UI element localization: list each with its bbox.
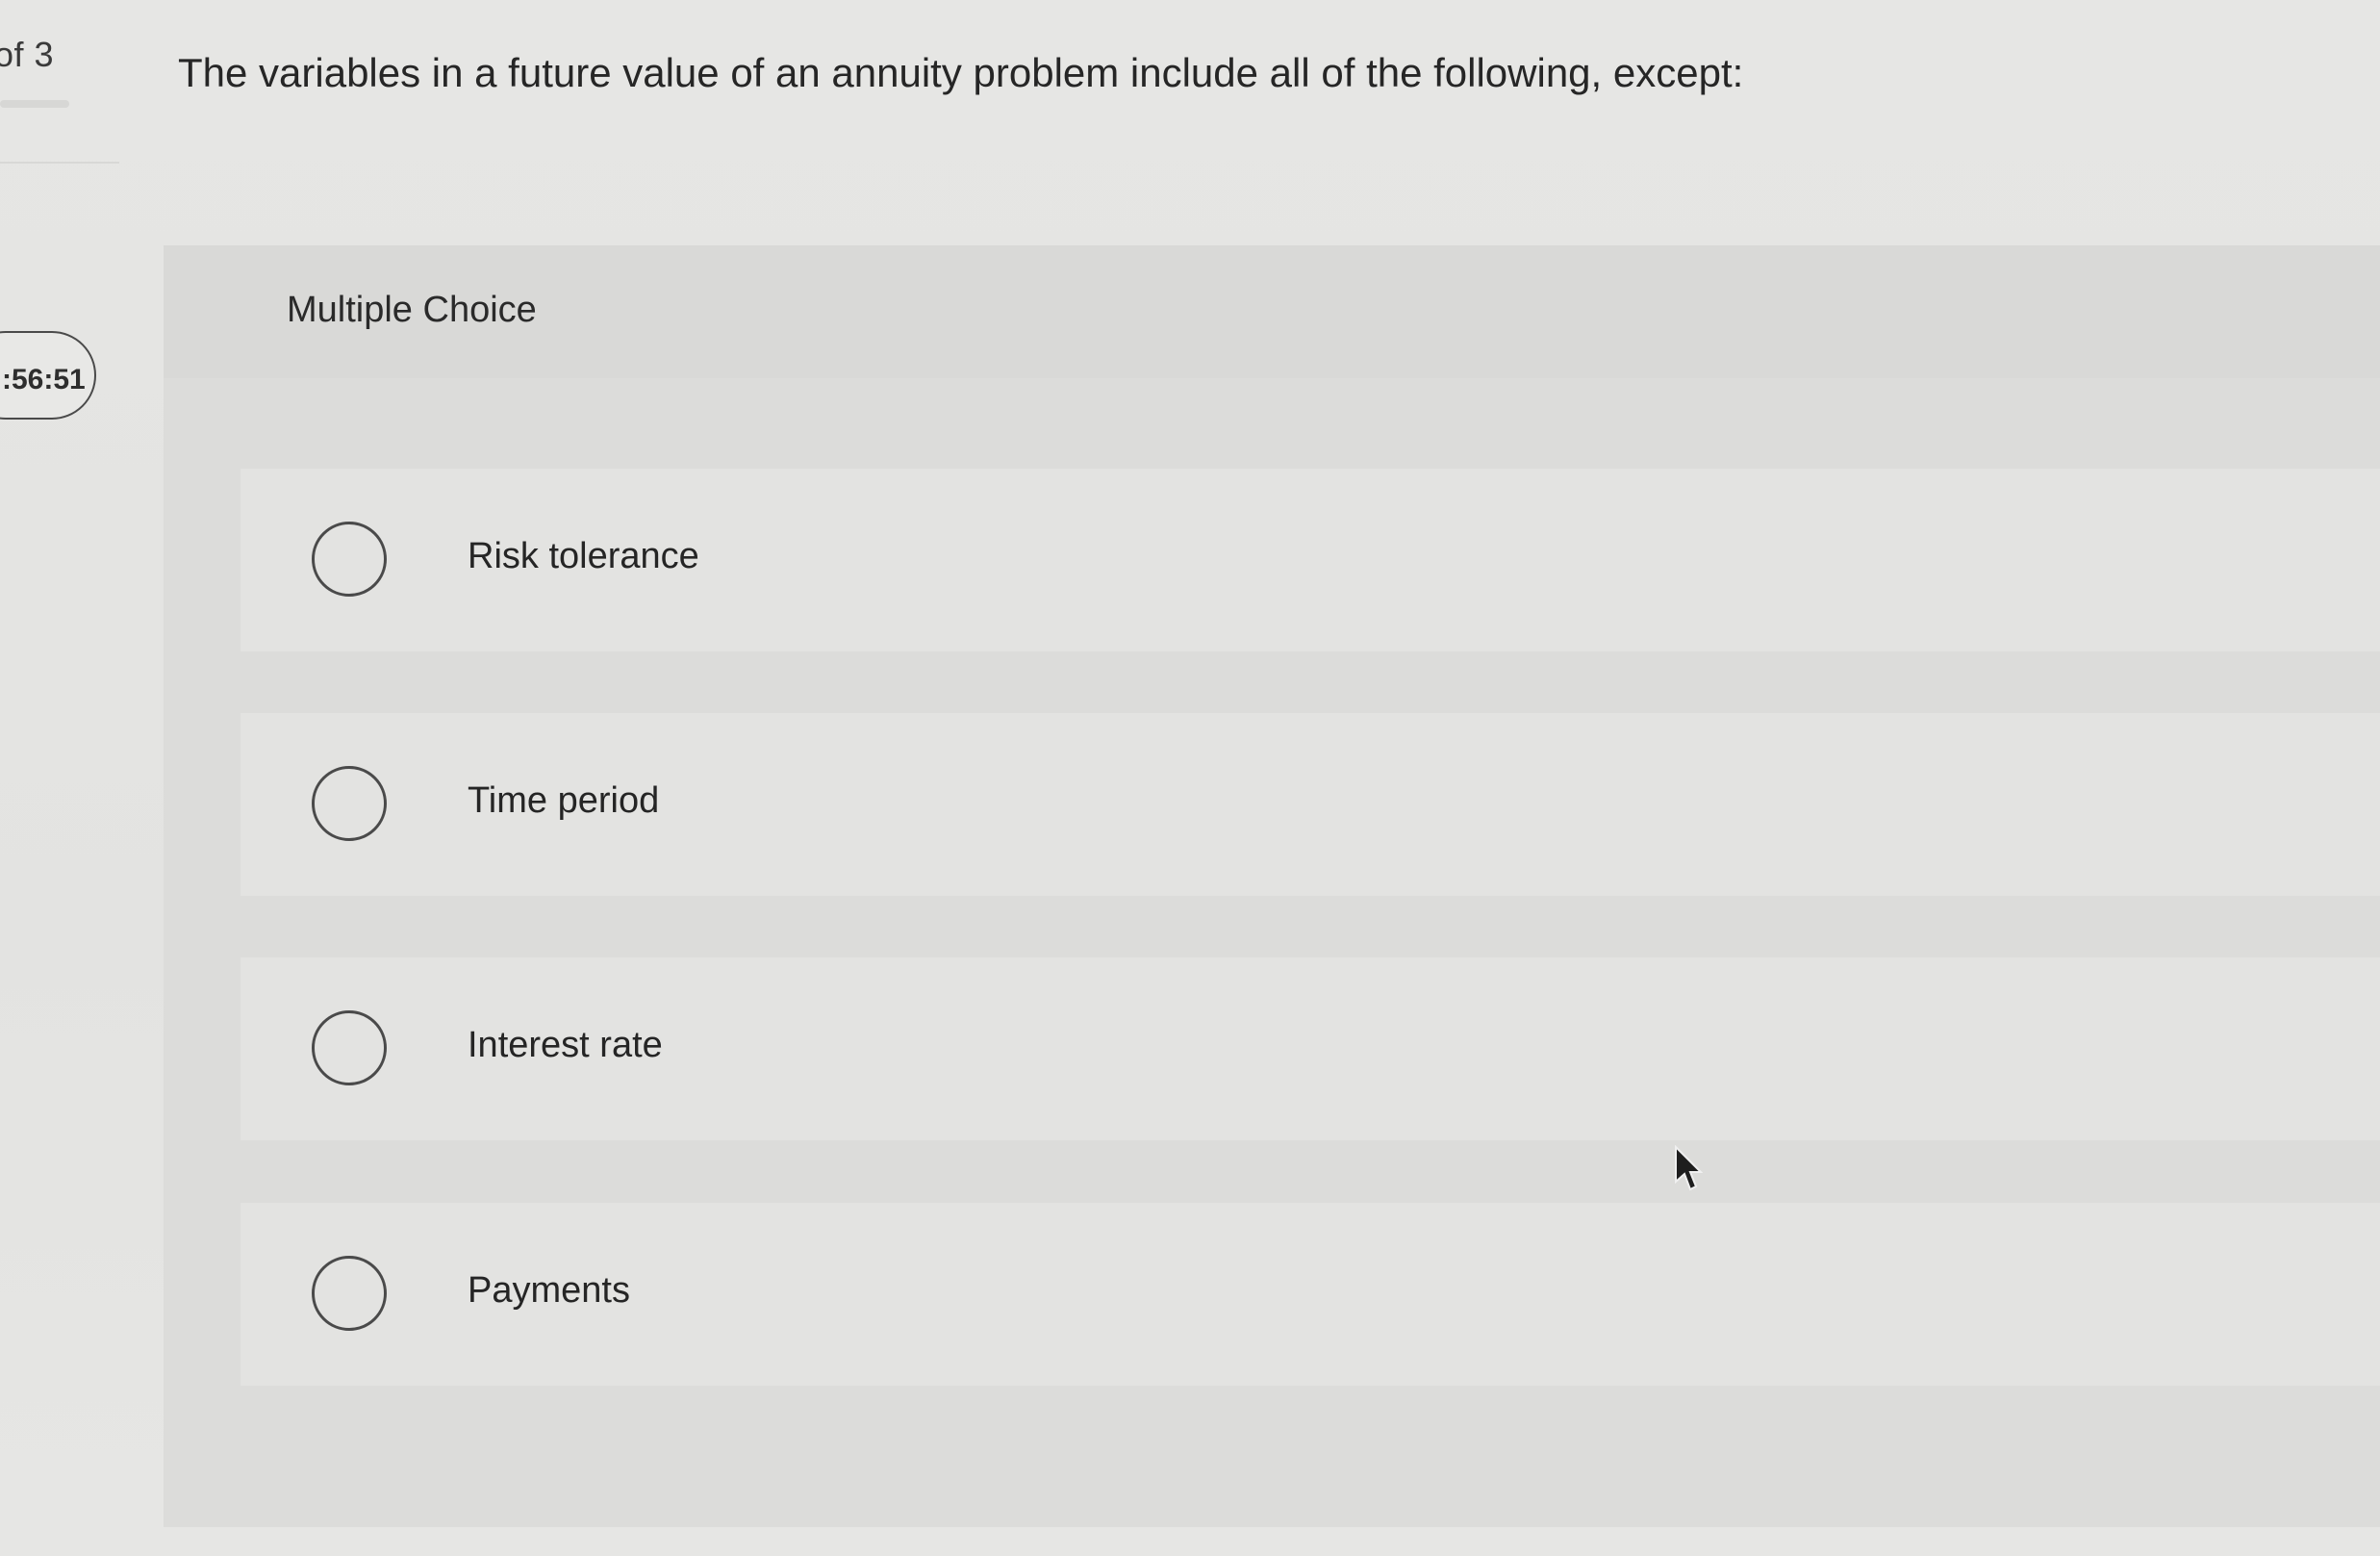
- quiz-page: of 3 :56:51 The variables in a future va…: [0, 0, 2380, 1556]
- progress-bar: [0, 100, 69, 108]
- radio-unchecked-icon[interactable]: [312, 1256, 387, 1331]
- answer-panel: Multiple Choice Risk tolerance Time peri…: [164, 245, 2380, 1527]
- radio-unchecked-icon[interactable]: [312, 522, 387, 597]
- rail-divider: [0, 162, 119, 164]
- answer-option-4[interactable]: Payments: [241, 1203, 2380, 1386]
- question-text: The variables in a future value of an an…: [178, 50, 1744, 95]
- radio-unchecked-icon[interactable]: [312, 1010, 387, 1085]
- answer-option-label: Interest rate: [468, 1025, 663, 1065]
- answer-option-label: Payments: [468, 1270, 630, 1311]
- mouse-pointer-icon: [1675, 1145, 1703, 1191]
- answer-option-2[interactable]: Time period: [241, 713, 2380, 896]
- question-type-label: Multiple Choice: [287, 290, 537, 330]
- answer-option-label: Risk tolerance: [468, 536, 699, 576]
- answer-option-1[interactable]: Risk tolerance: [241, 469, 2380, 651]
- radio-unchecked-icon[interactable]: [312, 766, 387, 841]
- answer-panel-header: Multiple Choice: [164, 245, 2380, 378]
- answer-option-label: Time period: [468, 780, 660, 821]
- timer-text: :56:51: [2, 364, 86, 395]
- left-rail: of 3 :56:51: [0, 0, 125, 1556]
- question-progress: of 3: [0, 35, 55, 74]
- answer-option-3[interactable]: Interest rate: [241, 957, 2380, 1140]
